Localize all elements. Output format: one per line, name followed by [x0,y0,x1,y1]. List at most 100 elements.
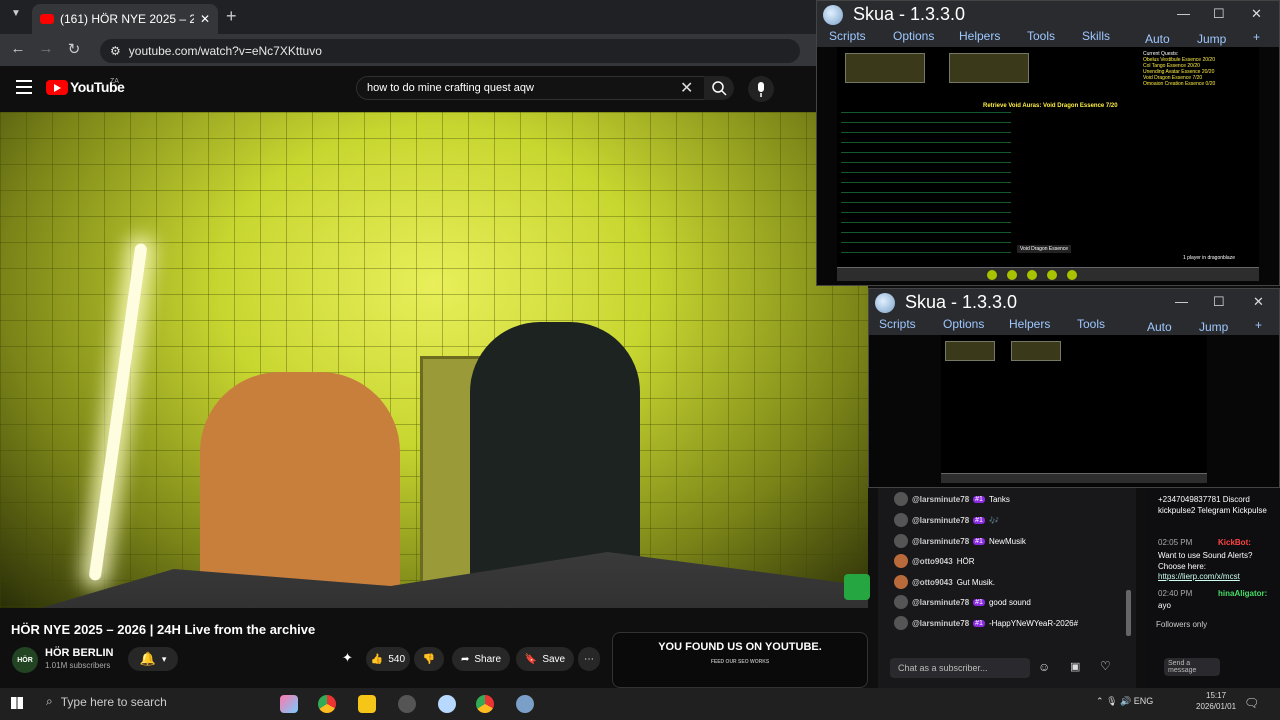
skill-slot[interactable] [1027,270,1037,280]
skua-taskbar-icon[interactable] [438,695,456,713]
file-explorer-icon[interactable] [358,695,376,713]
youtube-logo-icon[interactable] [46,80,68,95]
back-icon[interactable]: ← [8,40,28,57]
mic-tray-icon[interactable]: 🎙 [1106,696,1117,706]
share-button[interactable]: ➦ Share [452,647,510,671]
channel-avatar[interactable]: HÖR [12,647,38,673]
notification-center-icon[interactable]: 🗨 [1244,696,1259,710]
chat-input[interactable]: Chat as a subscriber... [890,658,1030,678]
skua-taskbar-icon-2[interactable] [516,695,534,713]
menu-options[interactable]: Options [893,29,934,43]
windows-start-icon[interactable] [11,697,23,709]
menu-add[interactable]: + [1253,30,1260,44]
voice-search-button[interactable] [748,76,774,102]
user-icon [894,492,908,506]
menu-scripts[interactable]: Scripts [879,317,916,331]
dislike-button[interactable]: 👎 [414,647,444,671]
forward-icon[interactable]: → [36,40,56,57]
channel-name[interactable]: HÖR BERLIN [45,647,113,659]
skua-window-bottom[interactable]: Skua - 1.3.3.0 — ☐ ✕ Scripts Options Hel… [868,288,1280,488]
close-tab-icon[interactable]: ✕ [200,12,210,26]
chat-log [841,107,1011,257]
clock[interactable]: 15:17 2026/01/01 [1196,690,1236,712]
side-link[interactable]: https://lierp.com/x/mcst [1158,572,1240,581]
minimize-icon[interactable]: — [1175,294,1188,309]
steam-icon[interactable] [398,695,416,713]
notification-bell-button[interactable]: 🔔 ▾ [128,647,178,671]
chat-user[interactable]: @larsminute78 [912,516,969,525]
copilot-icon[interactable] [280,695,298,713]
minimize-icon[interactable]: — [1177,6,1190,21]
maximize-icon[interactable]: ☐ [1213,294,1225,310]
action-hotbar[interactable] [941,473,1207,483]
chrome-icon[interactable] [318,695,336,713]
chat-user[interactable]: @larsminute78 [912,598,969,607]
skill-slot[interactable] [1047,270,1057,280]
reload-icon[interactable]: ↻ [64,40,84,58]
search-button[interactable] [704,76,734,100]
share-icon: ➦ [460,653,470,665]
heart-icon[interactable]: ♡ [1100,659,1111,673]
menu-helpers[interactable]: Helpers [1009,317,1050,331]
action-hotbar[interactable] [837,267,1259,281]
skua-window-top[interactable]: Skua - 1.3.3.0 — ☐ ✕ Scripts Options Hel… [816,0,1280,286]
volume-icon[interactable]: 🔊 [1120,696,1131,706]
language-indicator[interactable]: ENG [1134,696,1154,706]
chat-user[interactable]: @otto9043 [912,578,953,587]
menu-jump[interactable]: Jump [1199,320,1228,334]
new-tab-icon[interactable]: + [226,6,237,27]
user-icon [894,616,908,630]
skua-game-view[interactable]: Retrieve Void Auras: Void Dragon Essence… [837,47,1259,281]
gif-icon[interactable]: ▣ [1070,660,1080,673]
hamburger-menu-icon[interactable] [16,80,32,98]
more-actions-button[interactable]: ⋯ [578,647,600,671]
search-input[interactable]: how to do mine crafting quest aqw [356,76,706,100]
system-tray[interactable]: ⌃ 🎙 🔊 ENG [1096,696,1153,707]
menu-auto[interactable]: Auto [1147,320,1172,334]
side-bot-name[interactable]: KickBot: [1218,538,1251,547]
menu-jump[interactable]: Jump [1197,32,1226,46]
thanks-icon[interactable]: ✦ [342,650,353,666]
clear-search-icon[interactable]: ✕ [680,78,693,98]
chat-user[interactable]: @larsminute78 [912,619,969,628]
channel-avatar-text: HÖR [17,656,33,664]
video-player[interactable] [0,112,868,608]
chrome-profile-icon[interactable] [476,695,494,713]
tab-list-icon[interactable]: ▼ [6,8,26,26]
chat-text: good sound [988,597,1031,607]
site-info-icon[interactable]: ⚙ [110,44,121,58]
maximize-icon[interactable]: ☐ [1213,6,1225,22]
emoji-icon[interactable]: ☺ [1038,660,1050,674]
menu-tools[interactable]: Tools [1027,29,1055,43]
microphone-icon [758,82,764,97]
taskbar-search[interactable]: ⌕ Type here to search [46,694,167,709]
skill-slot[interactable] [1007,270,1017,280]
tray-chevron-icon[interactable]: ⌃ [1096,696,1104,706]
chat-user[interactable]: @larsminute78 [912,495,969,504]
menu-skills[interactable]: Skills [1082,29,1110,43]
browser-tab[interactable]: (161) HÖR NYE 2025 – 2026 ✕ [32,4,218,34]
chat-message: @larsminute78 #1 good sound [894,595,1031,609]
skill-slot[interactable] [987,270,997,280]
skua-game-view[interactable] [941,335,1207,483]
chat-user[interactable]: @otto9043 [912,557,953,566]
menu-options[interactable]: Options [943,317,984,331]
menu-auto[interactable]: Auto [1145,32,1170,46]
url-text: youtube.com/watch?v=eNc7XKttuvo [128,44,322,58]
side-user-2[interactable]: hinaAligator: [1218,589,1267,598]
like-button[interactable]: 👍 540 [366,647,410,671]
menu-scripts[interactable]: Scripts [829,29,866,43]
menu-add[interactable]: + [1255,318,1262,332]
tab-title: (161) HÖR NYE 2025 – 2026 [60,12,194,26]
menu-helpers[interactable]: Helpers [959,29,1000,43]
chat-scrollbar[interactable] [1126,590,1131,636]
send-message-field[interactable]: Send a message [1164,658,1220,676]
close-icon[interactable]: ✕ [1251,6,1262,22]
chat-user[interactable]: @larsminute78 [912,537,969,546]
skill-slot[interactable] [1067,270,1077,280]
url-field[interactable]: ⚙ youtube.com/watch?v=eNc7XKttuvo [100,39,800,63]
close-icon[interactable]: ✕ [1253,294,1264,310]
menu-tools[interactable]: Tools [1077,317,1105,331]
save-button[interactable]: 🔖 Save [516,647,574,671]
promo-panel[interactable]: YOU FOUND US ON YOUTUBE. FEED OUR SEO WO… [612,632,868,688]
